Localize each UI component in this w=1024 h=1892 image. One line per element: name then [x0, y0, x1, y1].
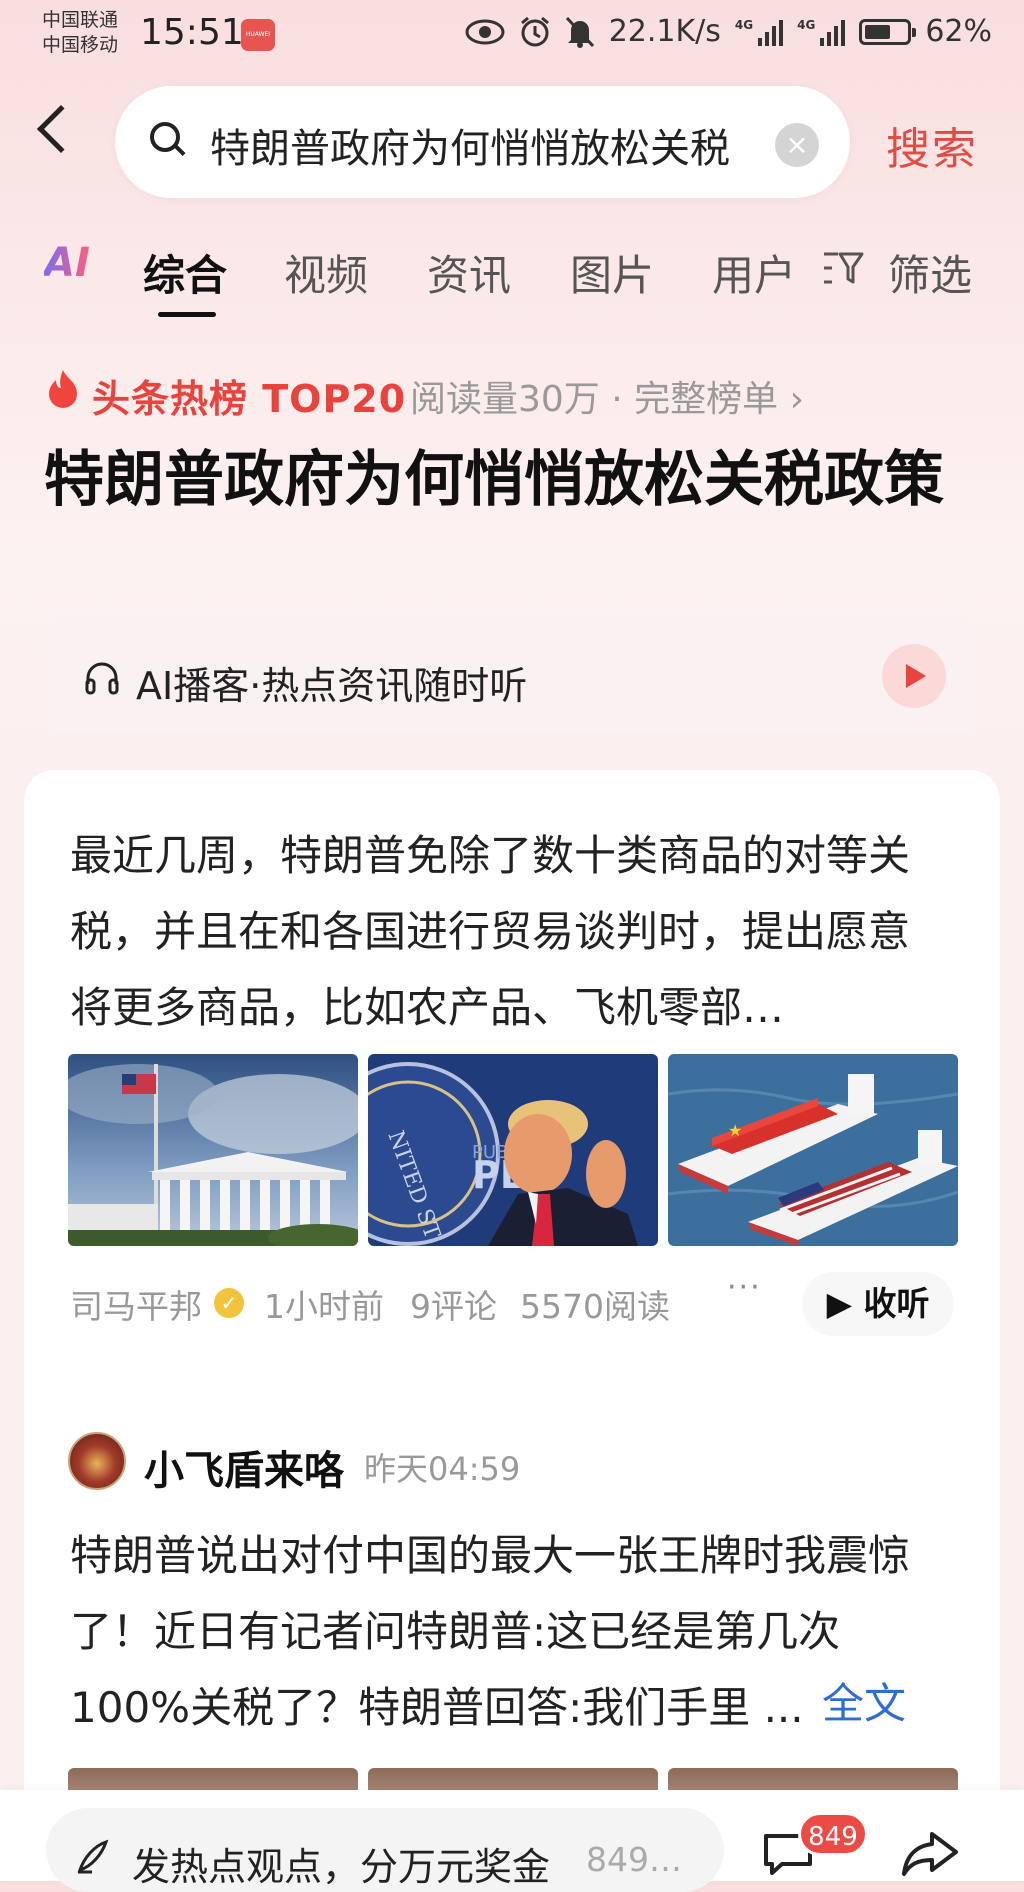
- search-icon: [150, 122, 180, 152]
- thumbnail-supreme-court[interactable]: [68, 1054, 358, 1246]
- search-query[interactable]: 特朗普政府为何悄悄放松关税: [210, 116, 742, 174]
- verified-badge-icon: ✓: [214, 1288, 244, 1318]
- supreme-court-image: [68, 1054, 358, 1246]
- article-comments[interactable]: 9评论: [410, 1280, 497, 1328]
- trump-image: NITED ST PUBLIC PE: [368, 1054, 658, 1246]
- alarm-icon: [520, 16, 549, 46]
- listen-label: 收听: [863, 1284, 930, 1323]
- avatar[interactable]: [68, 1432, 126, 1490]
- share-icon[interactable]: [900, 1830, 960, 1876]
- tab-images[interactable]: 图片: [570, 242, 654, 303]
- status-time: 15:51: [140, 12, 244, 53]
- signal-1-label: 4G: [734, 17, 754, 32]
- mute-bell-icon: [565, 16, 594, 48]
- carrier-info: 中国联通 中国移动: [42, 8, 118, 58]
- article-excerpt[interactable]: 最近几周，特朗普免除了数十类商品的对等关税，并且在和各国进行贸易谈判时，提出愿意…: [70, 818, 950, 1046]
- back-arrow-icon[interactable]: [36, 104, 86, 154]
- signal-1-icon: 4G: [734, 17, 784, 46]
- play-button[interactable]: [882, 644, 946, 708]
- post-author[interactable]: 小飞盾来咯: [144, 1438, 344, 1496]
- thumbnail-trump[interactable]: NITED ST PUBLIC PE: [368, 1054, 658, 1246]
- article-reads: 5570阅读: [520, 1287, 670, 1326]
- tab-ai[interactable]: AI: [44, 240, 90, 286]
- comment-count-inline: 849…: [586, 1840, 682, 1879]
- huawei-app-icon: HUAWEI: [241, 19, 275, 51]
- battery-percent: 62%: [925, 14, 992, 49]
- tab-news[interactable]: 资讯: [427, 242, 511, 303]
- comment-count-badge: 849: [798, 1812, 868, 1856]
- tab-video[interactable]: 视频: [284, 242, 368, 303]
- battery-fill: [865, 24, 891, 39]
- hot-rank-meta[interactable]: 阅读量30万 · 完整榜单 ›: [410, 370, 804, 422]
- tab-filter[interactable]: 筛选: [888, 242, 972, 303]
- comment-placeholder[interactable]: 发热点观点，分万元奖金: [132, 1836, 550, 1891]
- status-icons: 22.1K/s 4G 4G 62%: [465, 14, 992, 49]
- podcast-label: AI播客·热点资讯随时听: [136, 664, 528, 708]
- hot-topic-title[interactable]: 特朗普政府为何悄悄放松关税政策: [44, 440, 984, 520]
- pen-icon: [77, 1839, 109, 1874]
- article-author[interactable]: 司马平邦: [70, 1280, 202, 1328]
- battery-icon: [859, 18, 917, 45]
- cargo-ships-image: ★: [668, 1054, 958, 1246]
- net-speed: 22.1K/s: [608, 14, 721, 49]
- carrier-2: 中国移动: [42, 34, 119, 56]
- full-text-link[interactable]: 全文: [822, 1670, 906, 1731]
- signal-2-label: 4G: [797, 17, 816, 32]
- article-time: 1小时前: [264, 1287, 384, 1326]
- active-tab-indicator: [158, 312, 216, 317]
- filter-icon[interactable]: [822, 250, 864, 286]
- search-button[interactable]: 搜索: [886, 113, 978, 177]
- headphones-icon: [85, 662, 119, 695]
- post-time: 昨天04:59: [364, 1450, 521, 1488]
- carrier-1: 中国联通: [42, 9, 119, 31]
- listen-button[interactable]: ▶ 收听: [802, 1272, 954, 1336]
- thumbnail-cargo-ships[interactable]: ★: [668, 1054, 958, 1246]
- hot-rank-label[interactable]: 头条热榜 TOP20: [92, 368, 406, 423]
- signal-2-icon: 4G: [797, 17, 846, 46]
- svg-text:★: ★: [728, 1121, 742, 1140]
- tab-users[interactable]: 用户: [712, 242, 796, 303]
- eye-icon: [465, 19, 505, 44]
- more-options-icon[interactable]: ···: [727, 1270, 762, 1305]
- tab-comprehensive[interactable]: 综合: [143, 242, 227, 303]
- flame-icon: [49, 370, 77, 408]
- clear-icon[interactable]: ×: [775, 123, 819, 167]
